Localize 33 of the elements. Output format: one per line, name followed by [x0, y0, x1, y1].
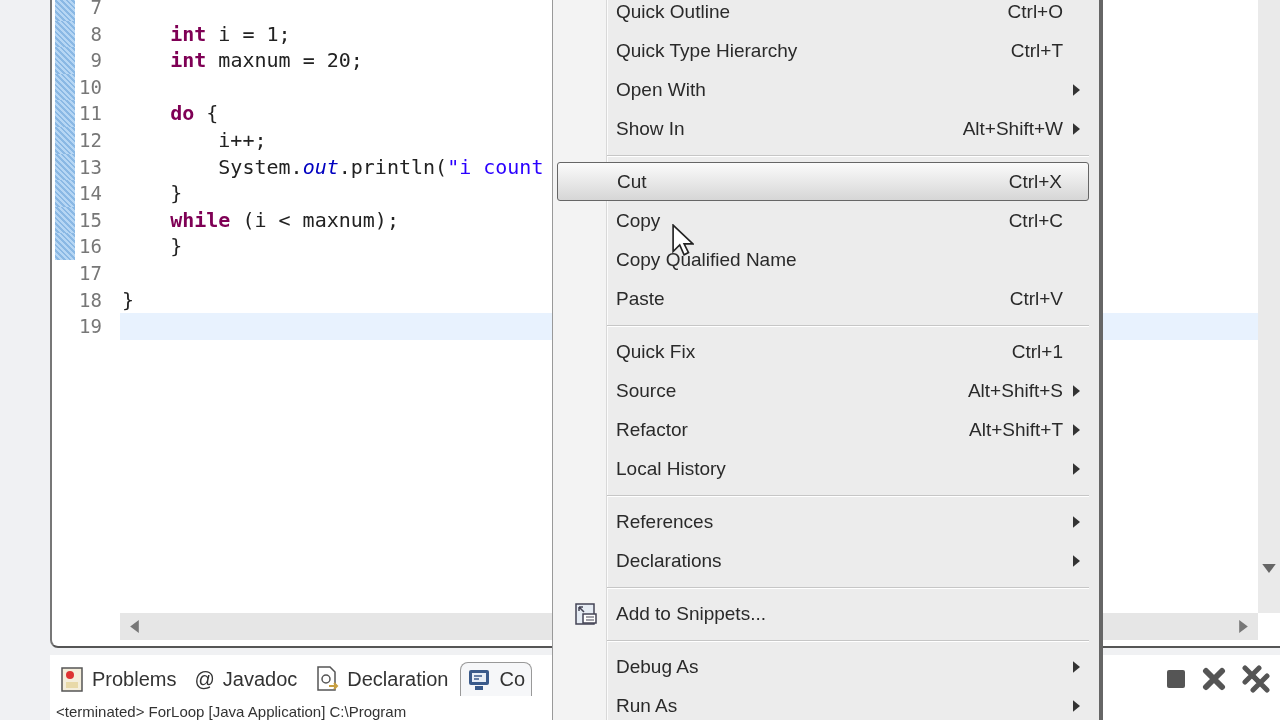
line-number: 10 [78, 74, 102, 100]
line-number: 18 [78, 287, 102, 313]
line-number: 9 [89, 48, 102, 74]
at-sign-icon: @ [194, 667, 215, 691]
shortcut-text: Ctrl+1 [1011, 340, 1063, 363]
code-line: } [122, 286, 135, 314]
shortcut-text: Ctrl+C [1008, 209, 1063, 232]
line-number: 19 [78, 314, 102, 340]
code-line: System.out.println("i count [217, 153, 544, 181]
code-line: i++; [217, 126, 267, 154]
line-number: 13 [78, 154, 102, 180]
shortcut-text: Alt+Shift+W [962, 117, 1063, 140]
console-text: <terminated> ForLoop [Java Application] C:\Program [56, 703, 407, 720]
shortcut-text: Ctrl+V [1009, 287, 1063, 310]
code-line: int i = 1; [169, 20, 291, 48]
code-line: } [169, 233, 183, 260]
shortcut-text: Ctrl+T [1010, 39, 1063, 62]
code-line: } [169, 180, 183, 207]
shortcut-text: Ctrl+O [1007, 0, 1063, 23]
shortcut-text: Ctrl+X [1008, 170, 1062, 193]
shortcut-text: Alt+Shift+S [967, 379, 1063, 402]
line-number: 17 [78, 260, 102, 286]
code-line: while (i < maxnum); [169, 206, 399, 234]
line-number: 14 [78, 181, 102, 207]
line-number: 15 [78, 207, 102, 233]
shortcut-text: Alt+Shift+T [969, 418, 1063, 441]
line-number: 12 [78, 127, 102, 153]
line-number: 8 [89, 21, 102, 47]
code-line: int maxnum = 20; [169, 47, 363, 74]
line-number: 16 [78, 234, 102, 260]
line-number: 11 [78, 101, 102, 127]
code-line: do { [169, 100, 219, 127]
line-number: 7 [89, 0, 102, 20]
